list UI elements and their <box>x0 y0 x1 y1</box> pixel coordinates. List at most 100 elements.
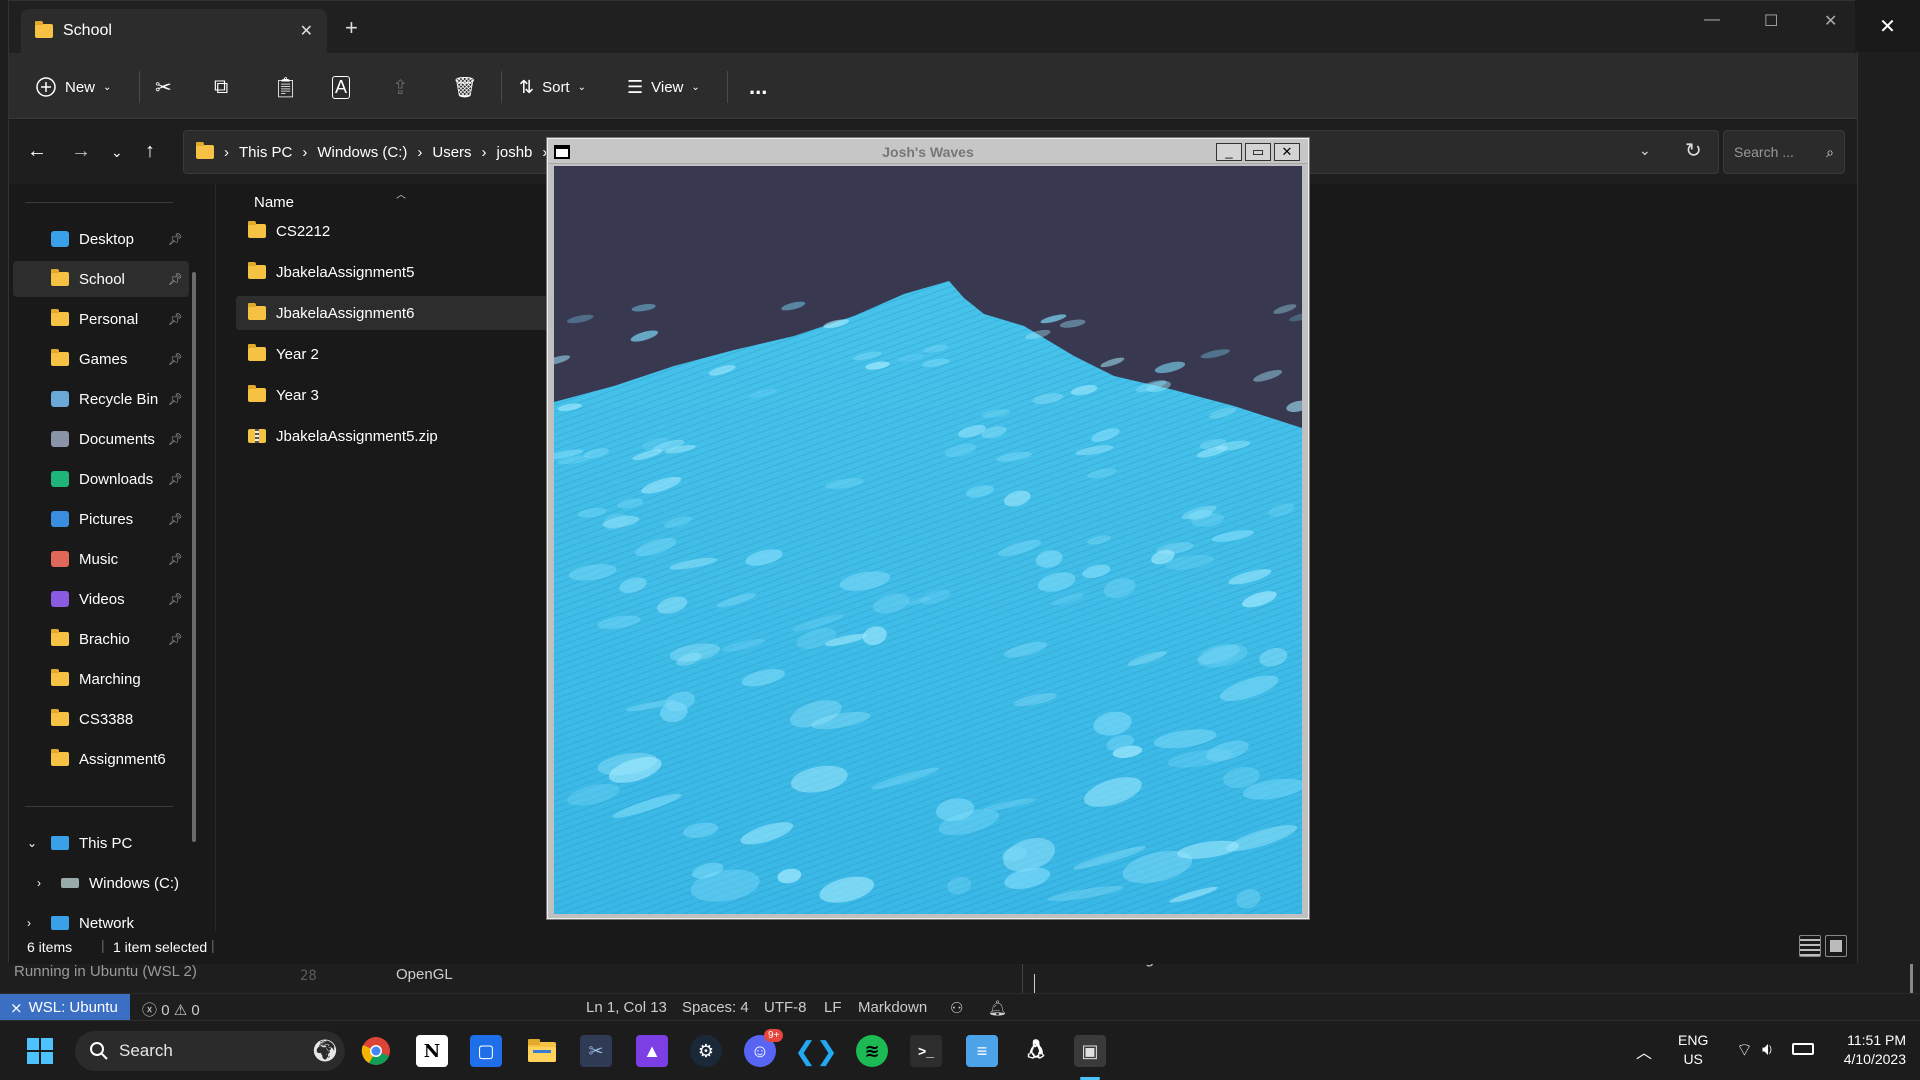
delete-button[interactable]: 🗑︎ <box>452 73 477 101</box>
paste-button[interactable]: 📋︎ <box>273 73 298 101</box>
end-of-line[interactable]: LF <box>824 999 842 1016</box>
file-name: CS2212 <box>276 222 331 240</box>
steam-icon[interactable]: ⚙ <box>690 1035 722 1067</box>
file-row[interactable]: Year 3 <box>236 378 566 412</box>
tiles-view-icon[interactable] <box>1825 935 1847 957</box>
indentation[interactable]: Spaces: 4 <box>682 999 749 1016</box>
new-tab-button[interactable]: + <box>345 17 358 39</box>
minimize-icon[interactable]: — <box>1704 11 1720 29</box>
opengl-window-icon[interactable]: ▣ <box>1074 1035 1106 1067</box>
close-icon[interactable]: ✕ <box>1274 143 1300 161</box>
tab-school[interactable]: School ✕ <box>21 9 327 53</box>
up-arrow-icon[interactable]: ↑ <box>145 140 155 163</box>
copy-button[interactable]: ⧉ <box>214 73 228 101</box>
rename-button[interactable]: A <box>332 73 351 101</box>
address-dropdown-icon[interactable]: ⌄ <box>1639 142 1651 159</box>
terminal-scrollbar[interactable] <box>1910 964 1913 994</box>
opengl-title-bar[interactable]: Josh's Waves _ ▭ ✕ <box>548 139 1308 164</box>
sidebar-item-videos[interactable]: Videos 📌︎ <box>13 581 189 617</box>
maximize-icon[interactable]: ▭ <box>1245 143 1271 161</box>
clock[interactable]: 11:51 PM 4/10/2023 <box>1828 1031 1906 1069</box>
selected-count: 1 item selected <box>113 939 208 955</box>
file-row[interactable]: CS2212 <box>236 214 566 248</box>
sidebar-item-personal[interactable]: Personal 📌︎ <box>13 301 189 337</box>
file-row[interactable]: JbakelaAssignment5 <box>236 255 566 289</box>
terminal-icon[interactable]: >_ <box>910 1035 942 1067</box>
sidebar-item-cs3388[interactable]: CS3388 <box>13 701 189 737</box>
breadcrumb-users[interactable]: Users <box>432 144 471 161</box>
sidebar-item-pictures[interactable]: Pictures 📌︎ <box>13 501 189 537</box>
problems-indicator[interactable]: ⓧ 0 ⚠ 0 <box>142 999 200 1020</box>
nav-scrollbar[interactable] <box>192 272 196 842</box>
time: 11:51 PM <box>1847 1032 1906 1048</box>
chevron-up-icon[interactable]: ︿ <box>1636 1039 1652 1063</box>
file-explorer-icon[interactable] <box>526 1035 558 1067</box>
sidebar-item-recycle-bin[interactable]: Recycle Bin 📌︎ <box>13 381 189 417</box>
sidebar-item-school[interactable]: School 📌︎ <box>13 261 189 297</box>
more-options-button[interactable]: ... <box>749 73 767 101</box>
linux-tux-icon[interactable]: 🐧︎ <box>1020 1034 1052 1067</box>
encoding[interactable]: UTF-8 <box>764 999 807 1016</box>
sidebar-item-music[interactable]: Music 📌︎ <box>13 541 189 577</box>
recent-locations-icon[interactable]: ⌄ <box>111 144 123 161</box>
language-indicator[interactable]: ENG US <box>1678 1031 1708 1069</box>
sidebar-item-documents[interactable]: Documents 📌︎ <box>13 421 189 457</box>
new-button[interactable]: New ⌄ <box>35 73 111 101</box>
search-input[interactable]: Search ... ⌕ <box>1723 130 1845 174</box>
notifications-icon[interactable]: 🔔︎ <box>988 999 1007 1017</box>
close-tab-icon[interactable]: ✕ <box>300 21 313 41</box>
divider: | <box>101 937 105 953</box>
code-line[interactable]: OpenGL <box>396 966 453 983</box>
breadcrumb-joshb[interactable]: joshb <box>497 144 533 161</box>
pin-icon: 📌︎ <box>167 512 183 526</box>
forward-arrow-icon[interactable]: → <box>71 140 91 163</box>
breadcrumb-windows-c[interactable]: Windows (C:) <box>317 144 407 161</box>
sidebar-item-desktop[interactable]: Desktop 📌︎ <box>13 221 189 257</box>
sidebar-item-assignment6[interactable]: Assignment6 <box>13 741 189 777</box>
wifi-icon[interactable]: ⌔ <box>1736 1039 1753 1062</box>
wsl-remote-button[interactable]: ⨯ WSL: Ubuntu <box>0 994 130 1021</box>
sort-button[interactable]: ⇅ Sort ⌄ <box>519 73 586 101</box>
close-window-icon[interactable]: ✕ <box>1824 11 1837 31</box>
notepad-icon[interactable]: ≡ <box>966 1035 998 1067</box>
breadcrumb-this-pc[interactable]: This PC <box>239 144 292 161</box>
details-view-icon[interactable] <box>1799 935 1821 957</box>
battery-icon[interactable] <box>1792 1043 1814 1055</box>
file-row[interactable]: JbakelaAssignment6 <box>236 296 566 330</box>
column-header-name[interactable]: Name <box>254 194 294 211</box>
chrome-icon[interactable] <box>360 1035 392 1067</box>
tree-windows-c[interactable]: › Windows (C:) <box>13 865 189 901</box>
file-row[interactable]: JbakelaAssignment5.zip <box>236 419 566 453</box>
wave-render-canvas[interactable] <box>554 166 1302 914</box>
cursor-position[interactable]: Ln 1, Col 13 <box>586 999 667 1016</box>
notion-icon[interactable]: N <box>416 1035 448 1067</box>
folder-icon <box>35 21 53 38</box>
app-icon[interactable]: ▢ <box>470 1035 502 1067</box>
volume-icon[interactable]: 🔉︎ <box>1762 1039 1773 1060</box>
wave-scene <box>554 166 1302 914</box>
tree-this-pc[interactable]: ⌄ This PC <box>13 825 189 861</box>
cut-button[interactable]: ✂ <box>155 73 172 101</box>
taskbar-search[interactable]: Search 🌍︎ <box>75 1031 345 1071</box>
close-icon[interactable]: ✕ <box>1855 0 1920 52</box>
opengl-window-title: Josh's Waves <box>882 144 974 160</box>
vscode-icon[interactable]: ❮❯ <box>794 1035 838 1067</box>
sidebar-item-games[interactable]: Games 📌︎ <box>13 341 189 377</box>
file-row[interactable]: Year 2 <box>236 337 566 371</box>
back-arrow-icon[interactable]: ← <box>27 140 47 163</box>
folder-icon <box>51 629 69 646</box>
language-mode[interactable]: Markdown <box>858 999 927 1016</box>
feedback-icon[interactable]: ⚇ <box>950 999 963 1017</box>
sidebar-item-brachio[interactable]: Brachio 📌︎ <box>13 621 189 657</box>
spotify-icon[interactable]: ≋ <box>856 1035 888 1067</box>
refresh-icon[interactable]: ↻ <box>1685 138 1702 163</box>
view-button[interactable]: ☰ View ⌄ <box>627 73 700 101</box>
snipping-tool-icon[interactable]: ✂ <box>580 1035 612 1067</box>
share-button[interactable]: ⇪ <box>392 73 409 101</box>
windows-start-icon[interactable] <box>24 1035 56 1067</box>
maximize-icon[interactable]: ☐ <box>1764 11 1778 31</box>
minimize-icon[interactable]: _ <box>1216 143 1242 161</box>
sidebar-item-marching[interactable]: Marching <box>13 661 189 697</box>
affinity-icon[interactable]: ▲ <box>636 1035 668 1067</box>
sidebar-item-downloads[interactable]: Downloads 📌︎ <box>13 461 189 497</box>
